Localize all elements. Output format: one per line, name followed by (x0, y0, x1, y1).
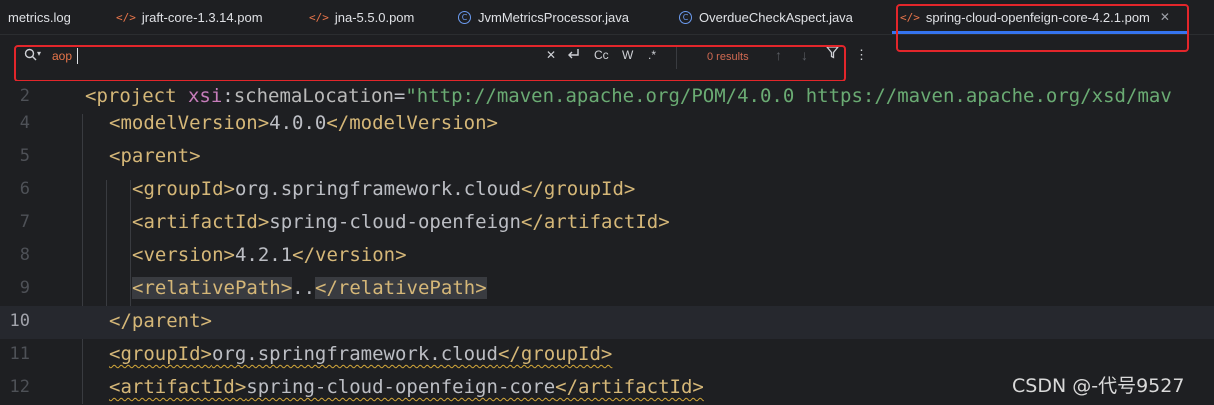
line-number: 4 (19, 113, 30, 133)
whole-words-button[interactable]: W (622, 48, 633, 62)
code-line: 6 <groupId>org.springframework.cloud</gr… (0, 174, 1214, 207)
tab-label: jna-5.5.0.pom (334, 9, 415, 25)
tab-overdue-check-aspect[interactable]: C OverdueCheckAspect.java (671, 0, 892, 34)
close-tab-icon[interactable]: ✕ (1160, 10, 1170, 24)
code-text: <artifactId>spring-cloud-openfeign</arti… (132, 211, 670, 233)
tab-label: JvmMetricsProcessor.java (478, 9, 629, 25)
code-text: <artifactId>spring-cloud-openfeign-core<… (109, 376, 704, 398)
code-text: <version>4.2.1</version> (132, 244, 407, 266)
xml-file-icon: </> (116, 10, 136, 24)
watermark: CSDN @-代号9527 (1012, 375, 1185, 397)
xml-file-icon: </> (309, 10, 329, 24)
editor-tab-bar: metrics.log </> jraft-core-1.3.14.pom </… (0, 0, 1214, 35)
filter-icon[interactable] (825, 46, 840, 62)
tab-label: jraft-core-1.3.14.pom (141, 9, 263, 25)
code-line: 8 <version>4.2.1</version> (0, 240, 1214, 273)
find-in-file-bar: ▾ ✕ Cc W .* 0 results ↑ ↓ ⋮ (0, 35, 1214, 82)
java-class-icon: C (679, 10, 692, 24)
text-caret (77, 48, 78, 64)
regex-button[interactable]: .* (648, 48, 656, 62)
code-text: <groupId>org.springframework.cloud</grou… (109, 343, 613, 365)
line-number: 8 (19, 245, 30, 265)
more-options-icon[interactable]: ⋮ (855, 47, 868, 63)
search-history-dropdown-icon[interactable]: ▾ (37, 49, 41, 58)
code-text: <groupId>org.springframework.cloud</grou… (132, 178, 636, 200)
code-line-current: 10 </parent> (0, 306, 1214, 339)
tab-jraft-core-pom[interactable]: </> jraft-core-1.3.14.pom (108, 0, 301, 34)
xml-file-icon: </> (900, 10, 920, 24)
next-occurrence-icon[interactable]: ↓ (801, 47, 808, 63)
match-case-button[interactable]: Cc (594, 48, 609, 62)
tab-metrics-log[interactable]: metrics.log (0, 0, 108, 34)
line-number: 9 (19, 278, 30, 298)
line-number: 10 (9, 311, 30, 331)
tab-label: metrics.log (8, 9, 71, 25)
code-text: <modelVersion>4.0.0</modelVersion> (109, 112, 498, 134)
code-editor[interactable]: 2 <project xsi:schemaLocation="http://ma… (0, 81, 1214, 404)
search-results-count: 0 results (707, 51, 749, 63)
code-text: <project xsi:schemaLocation="http://mave… (85, 85, 1172, 107)
search-input[interactable] (52, 47, 532, 65)
code-text: <parent> (109, 145, 201, 167)
code-line: 4 <modelVersion>4.0.0</modelVersion> (0, 108, 1214, 141)
tab-label: OverdueCheckAspect.java (699, 9, 853, 25)
new-line-icon[interactable] (566, 48, 580, 64)
search-icon[interactable] (24, 48, 37, 64)
line-number: 6 (19, 179, 30, 199)
code-line: 7 <artifactId>spring-cloud-openfeign</ar… (0, 207, 1214, 240)
clear-search-icon[interactable]: ✕ (546, 48, 556, 62)
tab-spring-cloud-openfeign-core-pom[interactable]: </> spring-cloud-openfeign-core-4.2.1.po… (892, 0, 1189, 34)
code-line: 11 <groupId>org.springframework.cloud</g… (0, 339, 1214, 372)
code-line: 5 <parent> (0, 141, 1214, 174)
line-number: 11 (9, 344, 30, 364)
code-line: 9 <relativePath>..</relativePath> (0, 273, 1214, 306)
tab-jvm-metrics-processor[interactable]: C JvmMetricsProcessor.java (450, 0, 671, 34)
tab-label: spring-cloud-openfeign-core-4.2.1.pom (925, 9, 1150, 25)
line-number: 12 (9, 377, 30, 397)
line-number: 5 (19, 146, 30, 166)
previous-occurrence-icon[interactable]: ↑ (775, 47, 782, 63)
java-class-icon: C (458, 10, 471, 24)
tab-jna-pom[interactable]: </> jna-5.5.0.pom (301, 0, 450, 34)
search-separator (676, 45, 677, 69)
code-text: </parent> (109, 310, 212, 332)
code-text: <relativePath>..</relativePath> (132, 277, 487, 299)
line-number: 7 (19, 212, 30, 232)
line-number: 2 (19, 86, 30, 106)
